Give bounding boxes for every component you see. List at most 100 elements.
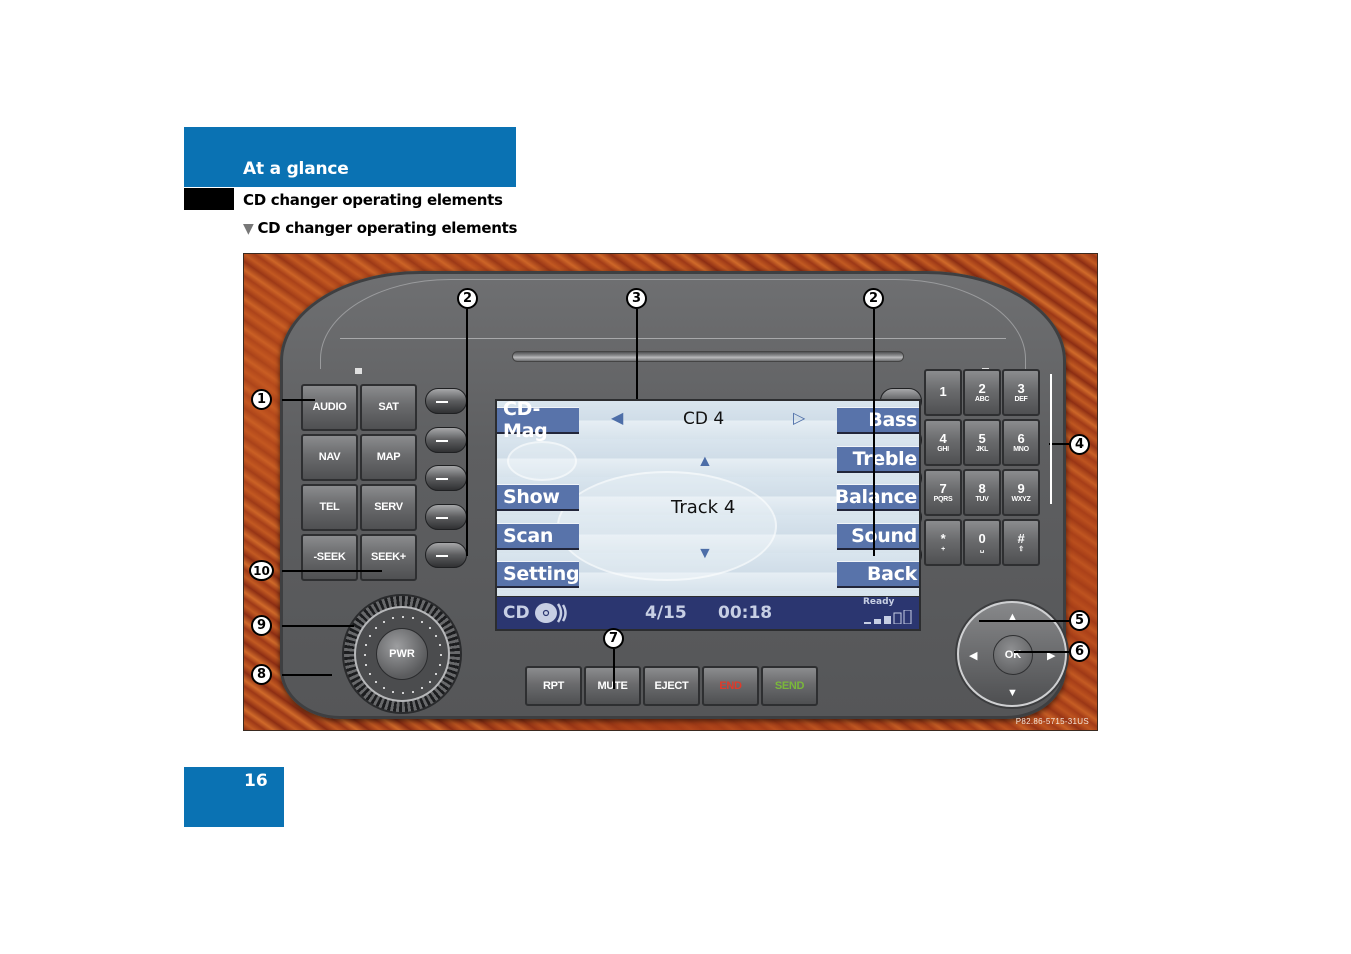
keypad-key-6[interactable]: 6 MNO (1002, 419, 1040, 466)
softkey-left-2[interactable] (425, 426, 467, 453)
track-up-icon[interactable]: ▲ (697, 453, 713, 471)
keypad-key-hash[interactable]: # ⇧ (1002, 519, 1040, 566)
volume-knob[interactable]: PWR (344, 596, 460, 712)
keypad-key-7[interactable]: 7 PQRS (924, 469, 962, 516)
callout-4: 4 (1069, 434, 1090, 455)
triangle-icon: ▼ (243, 221, 254, 237)
callout-line (466, 309, 468, 556)
softkey-left-3[interactable] (425, 465, 467, 491)
key-letters: GHI (937, 445, 949, 453)
cd-title: CD 4 (683, 409, 725, 429)
key-nav[interactable]: NAV (301, 434, 358, 481)
callout-line (1049, 443, 1069, 445)
keypad-key-8[interactable]: 8 TUV (963, 469, 1001, 516)
knob-dot (428, 627, 431, 630)
signal-strength-icon (864, 610, 912, 624)
knob-dot (392, 617, 395, 620)
screen-button-cd-mag[interactable]: CD-Mag (497, 398, 579, 442)
source-label: CD (503, 603, 530, 623)
key-letters: MNO (1013, 445, 1029, 453)
keypad-key-3[interactable]: 3 DEF (1002, 369, 1040, 416)
knob-dot (369, 635, 372, 637)
display-screen: CD-Mag Show Scan Setting Bass Treble Balance S… (495, 398, 921, 631)
knob-dot (364, 654, 366, 656)
screen-button-back[interactable]: Back (837, 561, 919, 588)
screen-button-setting[interactable]: Setting (497, 561, 580, 588)
down-arrow-icon[interactable]: ▼ (1007, 687, 1018, 699)
callout-2-left: 2 (457, 288, 478, 309)
signal-bar (884, 616, 891, 624)
knob-dot (375, 680, 378, 683)
key-map[interactable]: MAP (360, 434, 417, 481)
key-audio[interactable]: AUDIO (301, 384, 358, 431)
keypad-key-4[interactable]: 4 GHI (924, 419, 962, 466)
key-serv[interactable]: SERV (360, 484, 417, 531)
track-display: Track 4 (671, 497, 736, 518)
knob-dot (383, 686, 385, 689)
knob-dot (375, 627, 378, 630)
key-end[interactable]: END (702, 666, 759, 706)
next-cd-icon[interactable]: ▷ (793, 408, 805, 428)
signal-bar (903, 610, 912, 624)
left-arrow-icon[interactable]: ◀ (969, 649, 977, 662)
key-letters: ABC (974, 395, 990, 403)
callout-line (282, 625, 354, 627)
screen-button-sound[interactable]: Sound (837, 522, 919, 550)
knob-dot (392, 690, 395, 693)
keypad-key-5[interactable]: 5 JKL (963, 419, 1001, 466)
key-rpt[interactable]: RPT (525, 666, 582, 706)
callout-line (282, 399, 315, 401)
key-letters: DEF (1014, 395, 1028, 403)
screen-button-show[interactable]: Show (497, 484, 579, 511)
keypad-key-2[interactable]: 2 ABC (963, 369, 1001, 416)
knob-dot (402, 692, 404, 694)
page-number: 16 (244, 771, 268, 791)
joystick[interactable]: ▲ ▼ ◀ ▶ OK (957, 601, 1067, 707)
key-letters: ⇧ (1018, 545, 1024, 553)
key-digit: 7 (939, 480, 947, 496)
softkey-left-5[interactable] (425, 542, 467, 568)
track-counter: 4/15 (645, 603, 687, 623)
previous-cd-icon[interactable]: ◀ (611, 408, 623, 428)
knob-dot (428, 680, 431, 683)
key-digit: 4 (939, 430, 947, 446)
key-digit: 6 (1017, 430, 1025, 446)
keypad-key-9[interactable]: 9 WXYZ (1002, 469, 1040, 516)
key-seek[interactable]: SEEK+ (360, 534, 417, 581)
page-heading: ▼ CD changer operating elements (243, 219, 517, 237)
ok-button[interactable]: OK (993, 635, 1033, 675)
signal-bar (864, 622, 871, 624)
key-digit: * (940, 530, 946, 546)
key-eject[interactable]: EJECT (643, 666, 700, 706)
key-sat[interactable]: SAT (360, 384, 417, 431)
softkey-left-1[interactable] (425, 388, 467, 414)
status-bar: CD 4/15 00:18 Ready (497, 597, 919, 629)
knob-dot (434, 635, 437, 637)
callout-1: 1 (251, 389, 272, 410)
key-letters: ␣ (979, 545, 985, 553)
callout-10: 10 (249, 560, 274, 581)
key-letters: PQRS (933, 495, 953, 503)
figure-code: P82.86-5715-31US (1015, 717, 1089, 726)
screen-button-scan[interactable]: Scan (497, 522, 579, 550)
keypad-key-0[interactable]: 0 ␣ (963, 519, 1001, 566)
knob-dot (411, 617, 414, 620)
screen-button-treble[interactable]: Treble (837, 445, 919, 473)
screen-button-bass[interactable]: Bass (837, 407, 919, 434)
knob-dot (434, 673, 437, 675)
keypad-key-1[interactable]: 1 (924, 369, 962, 416)
subsection-marker (184, 188, 234, 210)
key-seek[interactable]: -SEEK (301, 534, 358, 581)
key-tel[interactable]: TEL (301, 484, 358, 531)
track-down-icon[interactable]: ▼ (697, 545, 713, 563)
key-send[interactable]: SEND (761, 666, 818, 706)
power-button[interactable]: PWR (376, 628, 428, 680)
keypad-key-star[interactable]: * + (924, 519, 962, 566)
screen-button-balance[interactable]: Balance (835, 484, 919, 511)
head-unit-bezel: AUDIO SAT NAV MAP TEL SERV -SEEK SEEK+ CD-Mag Sh… (280, 271, 1067, 719)
callout-3: 3 (626, 288, 647, 309)
softkey-left-4[interactable] (425, 503, 467, 530)
display-main-area: CD-Mag Show Scan Setting Bass Treble Balance S… (497, 398, 919, 596)
key-letters: JKL (975, 445, 989, 453)
knob-dot (383, 621, 385, 624)
